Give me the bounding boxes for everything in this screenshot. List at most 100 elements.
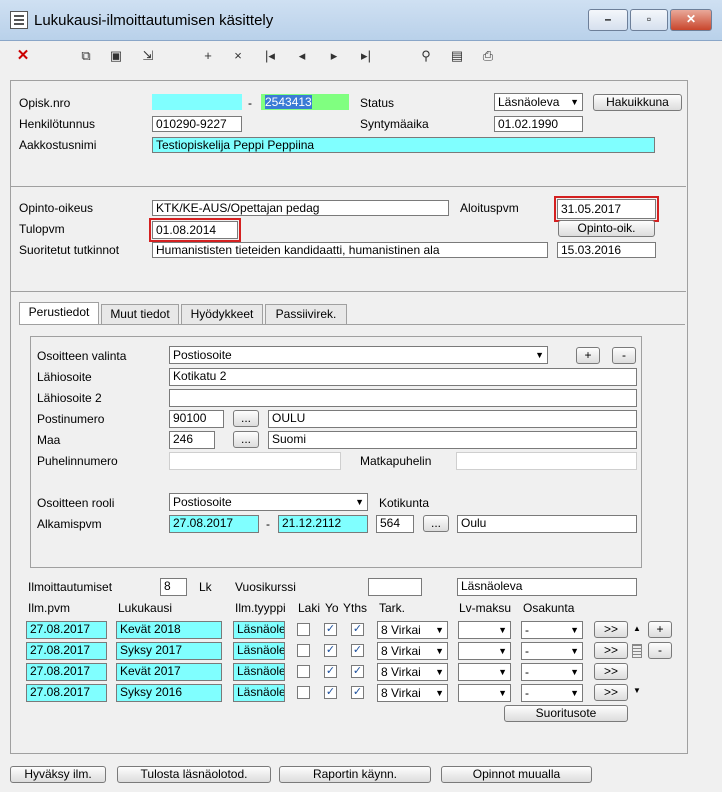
tab-muut-tiedot[interactable]: Muut tiedot [101, 304, 179, 324]
export-icon[interactable]: ⇲ [140, 48, 156, 64]
suoritusote-button[interactable]: Suoritusote [504, 705, 628, 722]
row-lv-select[interactable]: ▼ [458, 621, 511, 639]
ilmoittautumiset-count-field[interactable]: 8 [160, 578, 187, 596]
scroll-thumb[interactable] [632, 644, 642, 658]
osoitteen-valinta-select[interactable]: Postiosoite ▼ [169, 346, 548, 364]
add-row-button[interactable]: + [648, 621, 672, 638]
row-tark-select[interactable]: 8 Virkai ▼ [377, 621, 448, 639]
suoritetut-date-field[interactable]: 15.03.2016 [557, 242, 656, 258]
opinnot-muualla-button[interactable]: Opinnot muualla [441, 766, 592, 783]
kotikunta-field[interactable]: Oulu [457, 515, 637, 533]
maa-lookup-button[interactable]: ... [233, 431, 259, 448]
raportin-button[interactable]: Raportin käynn. [279, 766, 431, 783]
postinumero-field[interactable]: 90100 [169, 410, 224, 428]
row-tark-select[interactable]: 8 Virkai ▼ [377, 684, 448, 702]
minimize-button[interactable]: – [588, 9, 628, 31]
loppupvm-field[interactable]: 21.12.2112 [278, 515, 368, 533]
row-tark-select[interactable]: 8 Virkai ▼ [377, 642, 448, 660]
row-yths-checkbox[interactable]: ✓ [351, 623, 364, 636]
scroll-down-icon[interactable]: ▼ [633, 686, 641, 695]
row-yo-checkbox[interactable]: ✓ [324, 665, 337, 678]
row-yo-checkbox[interactable]: ✓ [324, 686, 337, 699]
tulosta-button[interactable]: Tulosta läsnäolotod. [117, 766, 271, 783]
row-open-button[interactable]: >> [594, 684, 628, 701]
row-date-field[interactable]: 27.08.2017 [26, 663, 107, 681]
aakkostusnimi-field[interactable]: Testiopiskelija Peppi Peppiina [152, 137, 655, 153]
syntymaaika-field[interactable]: 01.02.1990 [494, 116, 583, 132]
postinumero-lookup-button[interactable]: ... [233, 410, 259, 427]
tab-passiivirek[interactable]: Passiivirek. [265, 304, 347, 324]
row-open-button[interactable]: >> [594, 663, 628, 680]
hakuikkuna-button[interactable]: Hakuikkuna [593, 94, 682, 111]
row-tark-select[interactable]: 8 Virkai ▼ [377, 663, 448, 681]
row-open-button[interactable]: >> [594, 642, 628, 659]
row-osakunta-select[interactable]: - ▼ [521, 621, 583, 639]
remove-address-button[interactable]: - [612, 347, 636, 364]
hyvaksy-button[interactable]: Hyväksy ilm. [10, 766, 106, 783]
previous-record-icon[interactable]: ◂ [294, 48, 310, 64]
first-record-icon[interactable]: |◂ [262, 48, 278, 64]
row-lv-select[interactable]: ▼ [458, 663, 511, 681]
postitoimipaikka-field[interactable]: OULU [268, 410, 637, 428]
puhelin-field[interactable] [169, 452, 341, 470]
scroll-up-icon[interactable]: ▲ [633, 624, 641, 633]
row-term-field[interactable]: Syksy 2017 [116, 642, 222, 660]
row-lv-select[interactable]: ▼ [458, 684, 511, 702]
matkapuhelin-field[interactable] [456, 452, 637, 470]
row-yths-checkbox[interactable]: ✓ [351, 644, 364, 657]
row-osakunta-select[interactable]: - ▼ [521, 663, 583, 681]
lahiosoite2-field[interactable] [169, 389, 637, 407]
row-lv-select[interactable]: ▼ [458, 642, 511, 660]
row-yo-checkbox[interactable]: ✓ [324, 644, 337, 657]
delete-icon[interactable]: ✕ [15, 48, 31, 64]
next-record-icon[interactable]: ▸ [326, 48, 342, 64]
vuosikurssi-field[interactable] [368, 578, 422, 596]
row-type-field[interactable]: Läsnäole [233, 684, 285, 702]
status-select[interactable]: Läsnäoleva ▼ [494, 93, 583, 111]
opisk-nro-field[interactable]: 2543413 [261, 94, 349, 110]
row-yo-checkbox[interactable]: ✓ [324, 623, 337, 636]
row-yths-checkbox[interactable]: ✓ [351, 665, 364, 678]
row-term-field[interactable]: Kevät 2018 [116, 621, 222, 639]
maa-field[interactable]: Suomi [268, 431, 637, 449]
copy-icon[interactable]: ⧉ [78, 48, 94, 64]
row-term-field[interactable]: Kevät 2017 [116, 663, 222, 681]
osoitteen-rooli-select[interactable]: Postiosoite ▼ [169, 493, 368, 511]
add-address-button[interactable]: + [576, 347, 600, 364]
aloituspvm-field[interactable]: 31.05.2017 [554, 196, 659, 222]
opisk-nro-prefix-field[interactable] [152, 94, 242, 110]
row-type-field[interactable]: Läsnäole [233, 642, 285, 660]
remove-row-button[interactable]: - [648, 642, 672, 659]
row-date-field[interactable]: 27.08.2017 [26, 621, 107, 639]
save-icon[interactable]: ▣ [108, 48, 124, 64]
row-type-field[interactable]: Läsnäole [233, 663, 285, 681]
row-date-field[interactable]: 27.08.2017 [26, 642, 107, 660]
tab-perustiedot[interactable]: Perustiedot [19, 302, 99, 325]
row-laki-checkbox[interactable] [297, 644, 310, 657]
row-open-button[interactable]: >> [594, 621, 628, 638]
row-laki-checkbox[interactable] [297, 623, 310, 636]
kotikunta-lookup-button[interactable]: ... [423, 515, 449, 532]
search-icon[interactable]: ⚲ [418, 48, 434, 64]
row-osakunta-select[interactable]: - ▼ [521, 684, 583, 702]
row-term-field[interactable]: Syksy 2016 [116, 684, 222, 702]
row-yths-checkbox[interactable]: ✓ [351, 686, 364, 699]
opinto-oikeus-field[interactable]: KTK/KE-AUS/Opettajan pedag [152, 200, 449, 216]
add-record-icon[interactable]: + [200, 48, 216, 64]
rows-scrollbar[interactable]: ▲ ▼ [632, 624, 642, 698]
lahiosoite-field[interactable]: Kotikatu 2 [169, 368, 637, 386]
row-type-field[interactable]: Läsnäole [233, 621, 285, 639]
row-osakunta-select[interactable]: - ▼ [521, 642, 583, 660]
tab-hyodykkeet[interactable]: Hyödykkeet [181, 304, 263, 324]
hetu-field[interactable]: 010290-9227 [152, 116, 242, 132]
opinto-oik-button[interactable]: Opinto-oik. [558, 220, 655, 237]
row-laki-checkbox[interactable] [297, 665, 310, 678]
suoritetut-field[interactable]: Humanististen tieteiden kandidaatti, hum… [152, 242, 548, 258]
row-laki-checkbox[interactable] [297, 686, 310, 699]
last-record-icon[interactable]: ▸| [358, 48, 374, 64]
row-date-field[interactable]: 27.08.2017 [26, 684, 107, 702]
registration-status-field[interactable]: Läsnäoleva [457, 578, 637, 596]
tulopvm-field[interactable]: 01.08.2014 [149, 218, 241, 242]
maximize-button[interactable]: ▫ [630, 9, 668, 31]
document-icon[interactable]: ▤ [449, 48, 465, 64]
